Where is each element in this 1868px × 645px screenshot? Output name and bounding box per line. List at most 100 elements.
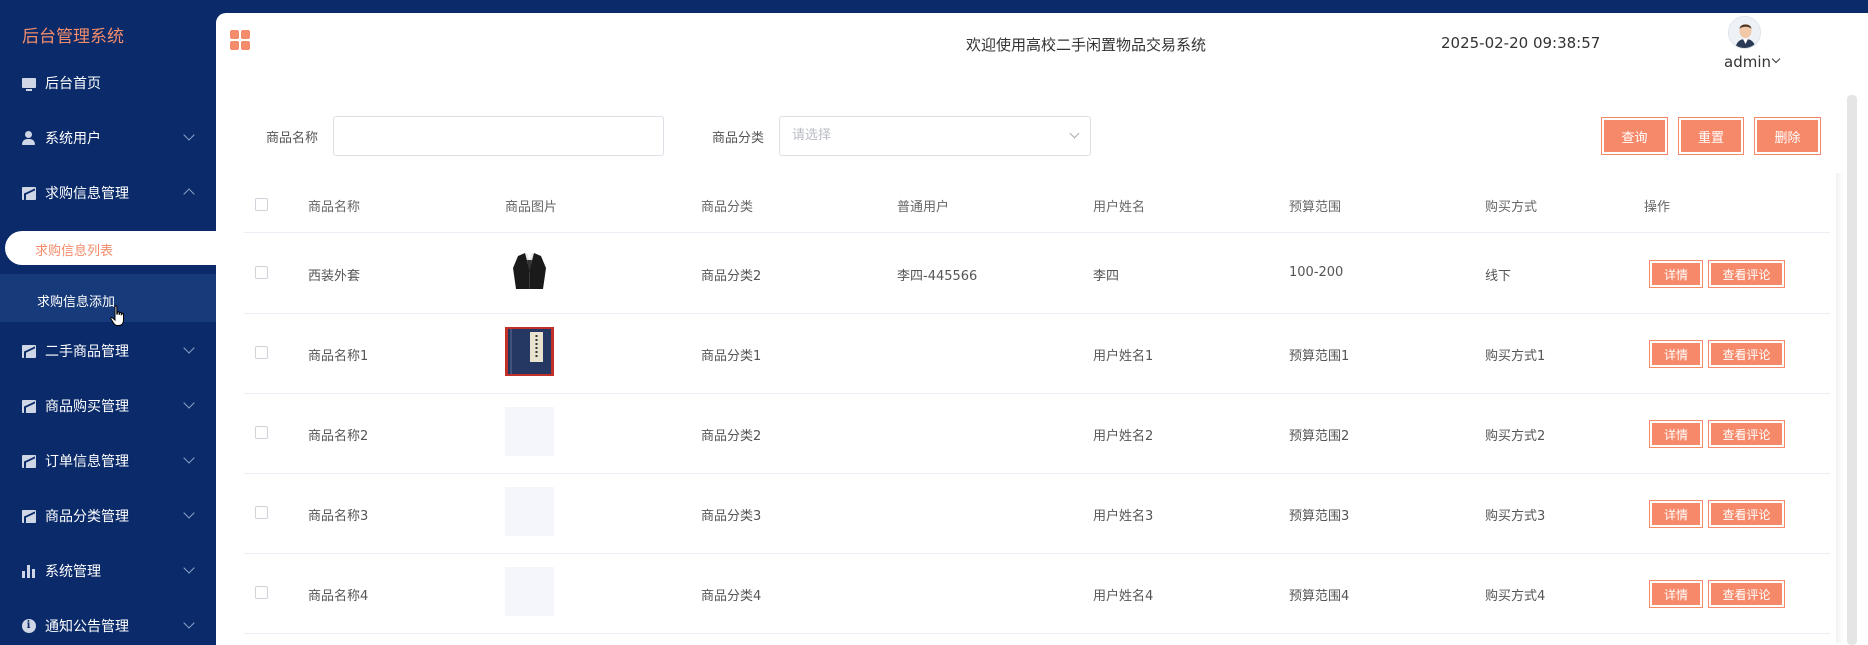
product-thumbnail-placeholder[interactable] (505, 567, 554, 616)
column-header: 操作 (1644, 200, 1671, 215)
cell-name: 西装外套 (308, 269, 361, 284)
sidebar-item-categories[interactable]: 商品分类管理 (0, 498, 216, 534)
cell-method: 线下 (1485, 269, 1512, 284)
cell-real-name: 用户姓名2 (1093, 429, 1154, 444)
product-thumbnail[interactable] (505, 248, 554, 297)
sidebar-item-purchase-requests[interactable]: 求购信息管理 (0, 175, 216, 211)
cell-name: 商品名称3 (308, 509, 369, 524)
view-comments-button[interactable]: 查看评论 (1708, 580, 1785, 608)
reset-button[interactable]: 重置 (1678, 117, 1744, 155)
sidebar-item-notices[interactable]: i 通知公告管理 (0, 608, 216, 644)
chart-box-icon (21, 186, 36, 201)
product-thumbnail[interactable] (505, 327, 554, 376)
sidebar-item-label: 求购信息管理 (45, 186, 129, 202)
table-row: 商品名称2 商品分类2 用户姓名2 预算范围2 购买方式2 详情 查看评论 (244, 394, 1830, 474)
sidebar-item-label: 商品分类管理 (45, 509, 129, 525)
cell-category: 商品分类2 (701, 269, 762, 284)
brand-title: 后台管理系统 (22, 27, 124, 47)
product-thumbnail-placeholder[interactable] (505, 407, 554, 456)
chart-box-icon (21, 509, 36, 524)
detail-button[interactable]: 详情 (1649, 340, 1703, 368)
select-all-checkbox[interactable] (255, 198, 268, 211)
header-datetime: 2025-02-20 09:38:57 (1441, 34, 1601, 52)
sidebar: 后台管理系统 后台首页 系统用户 求购信息管理 求购信息列表 求购信息添加 二手… (0, 0, 221, 645)
delete-button[interactable]: 删除 (1754, 117, 1821, 155)
menu-toggle-icon[interactable] (230, 30, 252, 52)
row-checkbox[interactable] (255, 266, 268, 279)
cell-budget: 预算范围1 (1289, 349, 1350, 364)
chevron-down-icon (183, 452, 195, 464)
info-icon: i (21, 619, 36, 634)
chart-box-icon (21, 399, 36, 414)
detail-button[interactable]: 详情 (1649, 420, 1703, 448)
sidebar-item-label: 后台首页 (45, 76, 101, 92)
user-menu[interactable]: admin (1724, 53, 1771, 71)
scrollbar[interactable] (1847, 95, 1857, 645)
monitor-icon (21, 76, 36, 91)
category-filter-label: 商品分类 (712, 131, 765, 146)
chevron-down-icon (183, 507, 195, 519)
sidebar-item-label: 二手商品管理 (45, 344, 129, 360)
table-row: 西装外套 商品分类2 李四-445566 李四 100-200 线下 详情 查看… (244, 234, 1830, 314)
sidebar-item-purchases[interactable]: 商品购买管理 (0, 388, 216, 424)
cell-user: 李四-445566 (897, 269, 978, 284)
sidebar-item-system[interactable]: 系统管理 (0, 553, 216, 589)
sidebar-item-home[interactable]: 后台首页 (0, 65, 216, 101)
cell-method: 购买方式2 (1485, 429, 1546, 444)
cell-real-name: 用户姓名4 (1093, 589, 1154, 604)
sidebar-item-label: 系统管理 (45, 564, 101, 580)
sidebar-item-used-goods[interactable]: 二手商品管理 (0, 333, 216, 369)
cell-real-name: 用户姓名1 (1093, 349, 1154, 364)
user-icon (21, 131, 36, 146)
product-thumbnail-placeholder[interactable] (505, 487, 554, 536)
category-select[interactable]: 请选择 (779, 116, 1091, 156)
detail-button[interactable]: 详情 (1649, 260, 1703, 288)
column-header: 购买方式 (1485, 200, 1538, 215)
header-title: 欢迎使用高校二手闲置物品交易系统 (965, 36, 1206, 54)
row-checkbox[interactable] (255, 586, 268, 599)
view-comments-button[interactable]: 查看评论 (1708, 260, 1785, 288)
column-header: 商品名称 (308, 200, 361, 215)
row-checkbox[interactable] (255, 346, 268, 359)
row-checkbox[interactable] (255, 506, 268, 519)
avatar[interactable] (1728, 16, 1761, 49)
name-filter-input[interactable] (333, 116, 664, 156)
table-header-row: 商品名称 商品图片 商品分类 普通用户 用户姓名 预算范围 购买方式 操作 (244, 177, 1830, 233)
view-comments-button[interactable]: 查看评论 (1708, 420, 1785, 448)
table-row: 商品名称1 商品分类1 用户姓名1 预算范围1 购买方式1 详情 查看评论 (244, 314, 1830, 394)
chevron-up-icon (183, 188, 195, 200)
column-header: 预算范围 (1289, 200, 1342, 215)
sidebar-item-orders[interactable]: 订单信息管理 (0, 443, 216, 479)
cell-budget: 预算范围2 (1289, 429, 1350, 444)
chevron-down-icon[interactable] (1771, 54, 1781, 64)
cell-budget: 预算范围3 (1289, 509, 1350, 524)
cell-method: 购买方式3 (1485, 509, 1546, 524)
row-checkbox[interactable] (255, 426, 268, 439)
view-comments-button[interactable]: 查看评论 (1708, 340, 1785, 368)
cell-name: 商品名称2 (308, 429, 369, 444)
sidebar-item-system-users[interactable]: 系统用户 (0, 120, 216, 156)
cell-name: 商品名称1 (308, 349, 369, 364)
chevron-down-icon (183, 617, 195, 629)
query-button[interactable]: 查询 (1601, 117, 1668, 155)
cell-real-name: 李四 (1093, 269, 1120, 284)
chevron-down-icon (183, 562, 195, 574)
cell-name: 商品名称4 (308, 589, 369, 604)
name-filter-label: 商品名称 (266, 131, 319, 146)
submenu-item-request-list[interactable]: 求购信息列表 (35, 240, 113, 259)
chevron-down-icon (183, 342, 195, 354)
view-comments-button[interactable]: 查看评论 (1708, 500, 1785, 528)
detail-button[interactable]: 详情 (1649, 580, 1703, 608)
category-select-placeholder: 请选择 (792, 128, 832, 143)
sidebar-item-label: 订单信息管理 (45, 454, 129, 470)
cell-category: 商品分类2 (701, 429, 762, 444)
detail-button[interactable]: 详情 (1649, 500, 1703, 528)
cell-category: 商品分类1 (701, 349, 762, 364)
submenu-item-request-add[interactable]: 求购信息添加 (37, 291, 115, 310)
column-header: 普通用户 (897, 200, 950, 215)
column-header: 商品图片 (505, 200, 558, 215)
cell-budget: 100-200 (1289, 265, 1344, 280)
chart-box-icon (21, 454, 36, 469)
cell-category: 商品分类3 (701, 509, 762, 524)
table-row: 商品名称3 商品分类3 用户姓名3 预算范围3 购买方式3 详情 查看评论 (244, 474, 1830, 554)
